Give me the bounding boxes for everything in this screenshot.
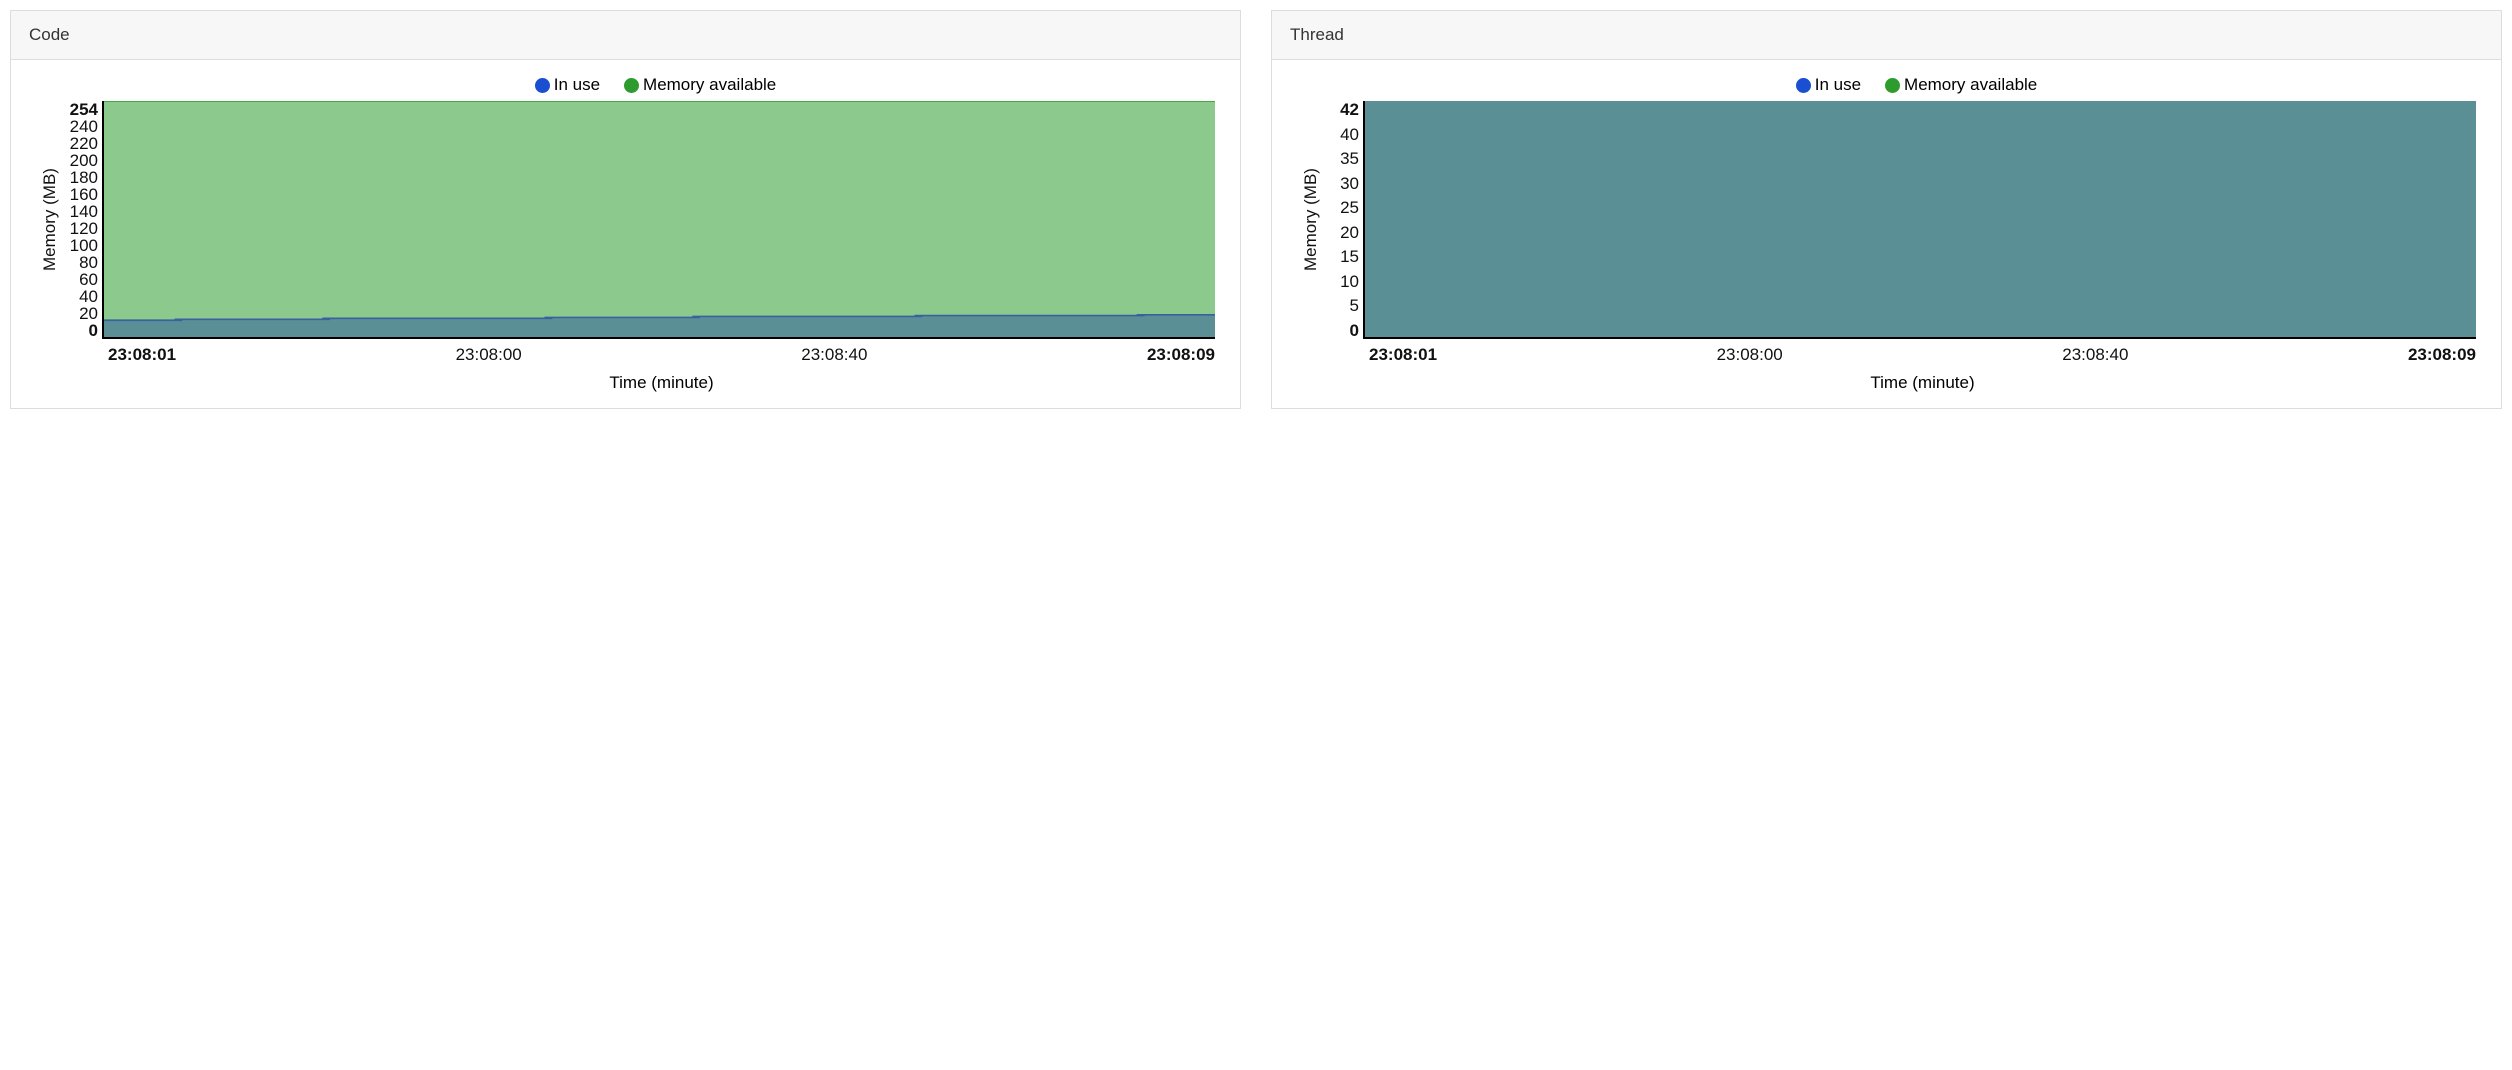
ytick: 42 (1340, 101, 1359, 118)
panel-header-thread: Thread (1272, 11, 2501, 60)
ytick: 60 (79, 271, 98, 288)
xtick: 23:08:00 (456, 345, 522, 365)
plot-area-thread[interactable] (1363, 101, 2476, 339)
ytick: 15 (1340, 248, 1359, 265)
legend-label-inuse: In use (554, 75, 600, 95)
xtick: 23:08:40 (801, 345, 867, 365)
xtick: 23:08:00 (1717, 345, 1783, 365)
ytick: 200 (70, 152, 98, 169)
legend-item-inuse[interactable]: In use (535, 75, 600, 95)
ytick: 20 (79, 305, 98, 322)
ytick: 180 (70, 169, 98, 186)
plot-area-code[interactable] (102, 101, 1215, 339)
legend-dot-available-icon (624, 78, 639, 93)
ytick: 30 (1340, 175, 1359, 192)
plot-row-thread: Memory (MB) 42 40 35 30 25 20 15 10 5 0 (1297, 101, 2476, 339)
ytick: 160 (70, 186, 98, 203)
xtick: 23:08:09 (2408, 345, 2476, 365)
legend-item-inuse[interactable]: In use (1796, 75, 1861, 95)
ytick: 140 (70, 203, 98, 220)
ytick: 0 (1350, 322, 1359, 339)
xaxis-code: 23:08:01 23:08:00 23:08:40 23:08:09 (108, 345, 1215, 365)
legend-dot-available-icon (1885, 78, 1900, 93)
ytick: 40 (1340, 126, 1359, 143)
legend-thread: In use Memory available (1297, 75, 2476, 95)
series-available-area (104, 101, 1215, 337)
ytick: 20 (1340, 224, 1359, 241)
xaxis-thread: 23:08:01 23:08:00 23:08:40 23:08:09 (1369, 345, 2476, 365)
ytick: 240 (70, 118, 98, 135)
xlabel-thread: Time (minute) (1369, 373, 2476, 393)
legend-code: In use Memory available (36, 75, 1215, 95)
plot-row-code: Memory (MB) 254 240 220 200 180 160 140 … (36, 101, 1215, 339)
panel-body-code: In use Memory available Memory (MB) 254 … (11, 60, 1240, 408)
ytick: 25 (1340, 199, 1359, 216)
legend-label-inuse: In use (1815, 75, 1861, 95)
legend-dot-inuse-icon (1796, 78, 1811, 93)
xtick: 23:08:01 (108, 345, 176, 365)
ytick: 10 (1340, 273, 1359, 290)
ylabel-thread: Memory (MB) (1297, 101, 1325, 339)
legend-item-available[interactable]: Memory available (1885, 75, 2037, 95)
legend-label-available: Memory available (643, 75, 776, 95)
ytick: 5 (1350, 297, 1359, 314)
panel-body-thread: In use Memory available Memory (MB) 42 4… (1272, 60, 2501, 408)
ytick: 254 (70, 101, 98, 118)
panel-code: Code In use Memory available Memory (MB)… (10, 10, 1241, 409)
ytick: 0 (89, 322, 98, 339)
chart-svg-code (104, 101, 1215, 337)
yaxis-thread: 42 40 35 30 25 20 15 10 5 0 (1325, 101, 1363, 339)
legend-item-available[interactable]: Memory available (624, 75, 776, 95)
ytick: 220 (70, 135, 98, 152)
ytick: 120 (70, 220, 98, 237)
legend-dot-inuse-icon (535, 78, 550, 93)
xtick: 23:08:09 (1147, 345, 1215, 365)
series-inuse-area (1365, 101, 2476, 337)
ytick: 35 (1340, 150, 1359, 167)
panel-thread: Thread In use Memory available Memory (M… (1271, 10, 2502, 409)
yaxis-code: 254 240 220 200 180 160 140 120 100 80 6… (64, 101, 102, 339)
xlabel-code: Time (minute) (108, 373, 1215, 393)
panel-header-code: Code (11, 11, 1240, 60)
xtick: 23:08:01 (1369, 345, 1437, 365)
ytick: 100 (70, 237, 98, 254)
xtick: 23:08:40 (2062, 345, 2128, 365)
ytick: 40 (79, 288, 98, 305)
ylabel-code: Memory (MB) (36, 101, 64, 339)
legend-label-available: Memory available (1904, 75, 2037, 95)
ytick: 80 (79, 254, 98, 271)
chart-svg-thread (1365, 101, 2476, 337)
